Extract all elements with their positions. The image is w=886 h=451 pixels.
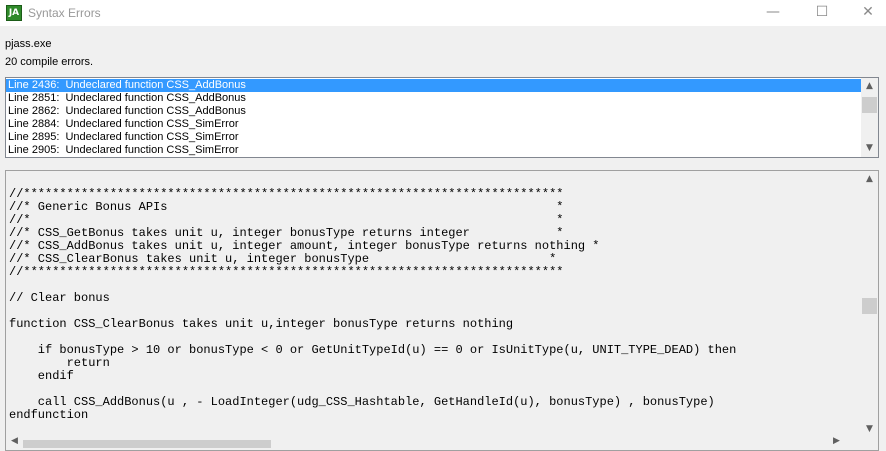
code-horizontal-scrollbar[interactable]: ◀ ▶ <box>6 435 862 450</box>
code-area[interactable]: //**************************************… <box>9 188 861 438</box>
error-rows: Line 2436: Undeclared function CSS_AddBo… <box>6 79 862 157</box>
title-bar: JA Syntax Errors — ☐ ✕ <box>0 0 886 26</box>
error-list-scrollbar[interactable]: ▲ ▼ <box>861 78 878 157</box>
code-line: if bonusType > 10 or bonusType < 0 or Ge… <box>9 343 737 357</box>
window-title: Syntax Errors <box>28 6 101 20</box>
code-scroll-thumb[interactable] <box>862 298 877 314</box>
code-line: endif <box>9 369 74 383</box>
error-row[interactable]: Line 2905: Undeclared function CSS_SimEr… <box>6 144 862 157</box>
scroll-thumb[interactable] <box>862 97 877 113</box>
scroll-down-arrow-icon[interactable]: ▼ <box>861 140 878 157</box>
error-row[interactable]: Line 2884: Undeclared function CSS_SimEr… <box>6 118 862 131</box>
error-row[interactable]: Line 2862: Undeclared function CSS_AddBo… <box>6 105 862 118</box>
close-button[interactable]: ✕ <box>845 0 886 26</box>
code-line: // Clear bonus <box>9 291 110 305</box>
app-icon: JA <box>6 5 22 21</box>
error-row[interactable]: Line 2895: Undeclared function CSS_SimEr… <box>6 131 862 144</box>
code-line: return <box>9 356 110 370</box>
code-scroll-left-arrow-icon[interactable]: ◀ <box>6 435 23 447</box>
compiler-name: pjass.exe <box>5 38 52 50</box>
error-count: 20 compile errors. <box>5 56 94 68</box>
code-line: function CSS_ClearBonus takes unit u,int… <box>9 317 514 331</box>
code-view[interactable]: //**************************************… <box>5 170 879 451</box>
code-scroll-right-arrow-icon[interactable]: ▶ <box>828 435 845 447</box>
maximize-button[interactable]: ☐ <box>799 0 845 26</box>
code-line: //**************************************… <box>9 265 564 279</box>
code-line: endfunction <box>9 408 89 422</box>
code-scroll-down-arrow-icon[interactable]: ▼ <box>861 421 878 438</box>
code-hscroll-thumb[interactable] <box>23 440 271 448</box>
code-vertical-scrollbar[interactable]: ▲ ▼ <box>861 171 878 438</box>
scroll-up-arrow-icon[interactable]: ▲ <box>861 78 878 95</box>
minimize-button[interactable]: — <box>750 0 796 26</box>
error-row[interactable]: Line 2851: Undeclared function CSS_AddBo… <box>6 92 862 105</box>
error-row[interactable]: Line 2436: Undeclared function CSS_AddBo… <box>6 79 862 92</box>
code-line: call CSS_AddBonus(u , - LoadInteger(udg_… <box>9 395 715 409</box>
code-scroll-up-arrow-icon[interactable]: ▲ <box>861 171 878 188</box>
error-list[interactable]: Line 2436: Undeclared function CSS_AddBo… <box>5 77 879 158</box>
